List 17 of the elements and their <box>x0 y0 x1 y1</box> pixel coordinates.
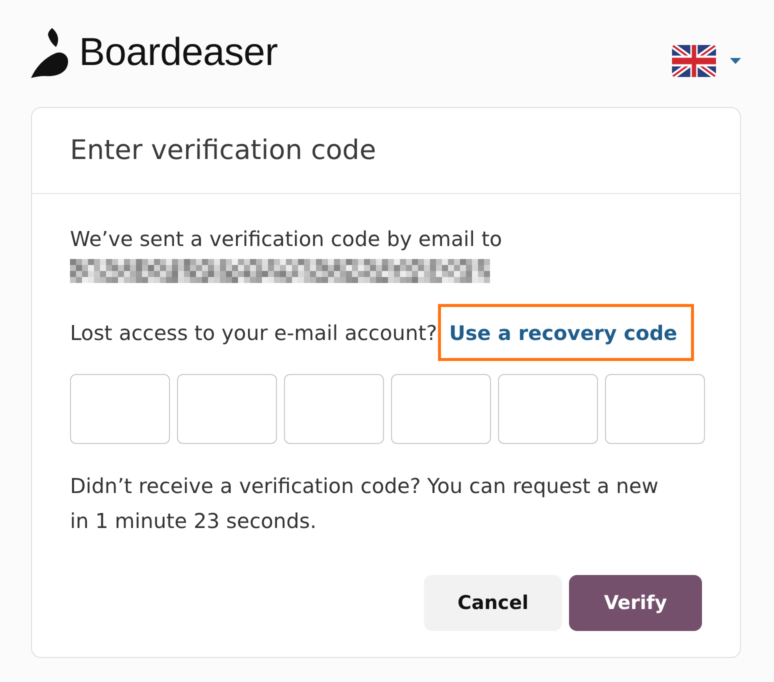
code-digit-field[interactable] <box>177 374 277 444</box>
code-digit-field[interactable] <box>498 374 598 444</box>
caret-icon[interactable] <box>730 58 741 64</box>
code-digit-field[interactable] <box>605 374 705 444</box>
recovery-prompt: Lost access to your e-mail account? <box>70 320 438 344</box>
verify-button[interactable]: Verify <box>569 575 702 631</box>
uk-flag-icon[interactable] <box>672 45 716 77</box>
recovery-code-link[interactable]: Use a recovery code <box>449 320 678 344</box>
resend-notice: Didn’t receive a verification code? You can request a new in 1 minute 23 seconds. <box>70 473 660 535</box>
code-digit-field[interactable] <box>70 374 170 444</box>
message-text: We’ve sent a verification code by email to <box>70 226 504 253</box>
dialog-title: Enter verification code <box>70 135 376 166</box>
cancel-button[interactable]: Cancel <box>424 575 562 631</box>
code-digit-field[interactable] <box>391 374 491 444</box>
brand-name: Boardeaser <box>79 31 278 75</box>
code-digit-field[interactable] <box>284 374 384 444</box>
logo-mark-icon <box>31 28 69 78</box>
